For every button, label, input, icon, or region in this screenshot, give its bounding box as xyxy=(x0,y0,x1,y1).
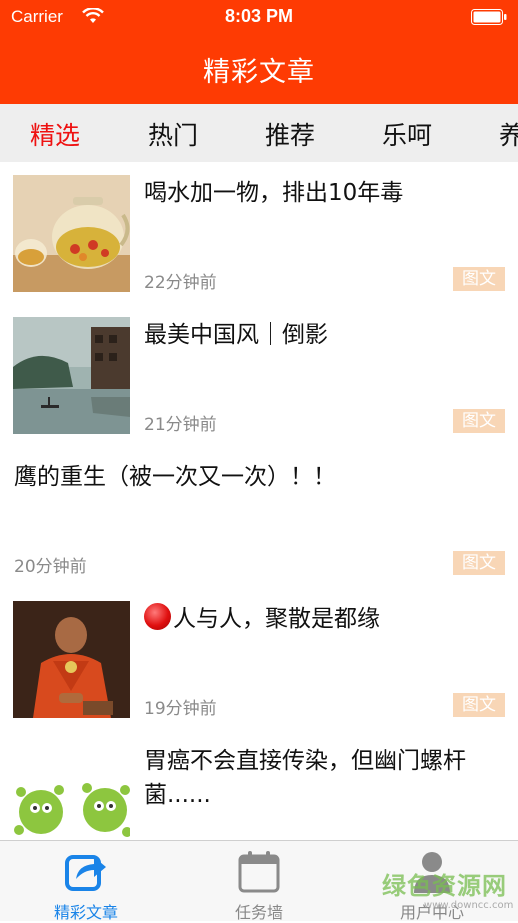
article-time: 19分钟前 xyxy=(144,699,217,719)
list-item[interactable]: 最美中国风｜倒影 21分钟前 图文 xyxy=(0,304,518,447)
watermark-url: www.downcc.com xyxy=(424,900,514,911)
article-type-badge: 图文 xyxy=(453,409,505,433)
list-item[interactable]: 鹰的重生（被一次又一次）！！ 20分钟前 图文 xyxy=(0,446,518,589)
status-bar: Carrier 8:03 PM xyxy=(0,0,518,34)
page-title: 精彩文章 xyxy=(203,57,315,88)
article-title: 胃癌不会直接传染，但幽门螺杆菌...... xyxy=(144,748,466,808)
tab-health[interactable]: 养 xyxy=(499,116,518,152)
article-title: 喝水加一物，排出10年毒 xyxy=(144,180,404,206)
article-thumbnail xyxy=(13,317,130,434)
tab-articles-label: 精彩文章 xyxy=(53,903,118,922)
article-thumbnail xyxy=(13,601,130,718)
article-title: 最美中国风｜倒影 xyxy=(144,322,328,348)
tab-fun[interactable]: 乐呵 xyxy=(382,116,432,152)
battery-icon xyxy=(471,9,507,25)
article-thumbnail xyxy=(13,752,130,840)
list-item[interactable]: 胃癌不会直接传染，但幽门螺杆菌...... xyxy=(0,730,518,840)
category-tabs: 精选 热门 推荐 乐呵 养 xyxy=(0,104,518,162)
tab-hot[interactable]: 热门 xyxy=(148,116,198,152)
tab-recommended[interactable]: 推荐 xyxy=(265,116,315,152)
list-item[interactable]: 喝水加一物，排出10年毒 22分钟前 图文 xyxy=(0,162,518,305)
share-icon xyxy=(65,855,106,891)
article-type-badge: 图文 xyxy=(453,693,505,717)
article-thumbnail xyxy=(13,175,130,292)
article-title: 鹰的重生（被一次又一次）！！ xyxy=(14,464,336,490)
nav-bar: 精彩文章 xyxy=(0,34,518,104)
article-title-text: 人与人，聚散是都缘 xyxy=(173,606,380,632)
tab-task-wall[interactable]: 任务墙 xyxy=(199,841,319,922)
tab-featured[interactable]: 精选 xyxy=(30,116,80,152)
article-title: 人与人，聚散是都缘 xyxy=(144,602,504,636)
article-type-badge: 图文 xyxy=(453,267,505,291)
article-list: 喝水加一物，排出10年毒 22分钟前 图文 最美中国风｜倒影 21分钟前 图文 … xyxy=(0,162,518,840)
calendar-icon xyxy=(238,851,280,893)
article-type-badge: 图文 xyxy=(453,551,505,575)
clock: 8:03 PM xyxy=(224,6,294,26)
list-item[interactable]: 人与人，聚散是都缘 19分钟前 图文 xyxy=(0,588,518,731)
red-dot-icon xyxy=(144,603,171,630)
article-time: 21分钟前 xyxy=(144,415,217,435)
watermark: 绿色资源网 xyxy=(382,872,507,900)
article-time: 20分钟前 xyxy=(14,557,87,577)
tab-task-wall-label: 任务墙 xyxy=(234,903,283,922)
article-time: 22分钟前 xyxy=(144,273,217,293)
tab-articles[interactable]: 精彩文章 xyxy=(26,841,146,922)
